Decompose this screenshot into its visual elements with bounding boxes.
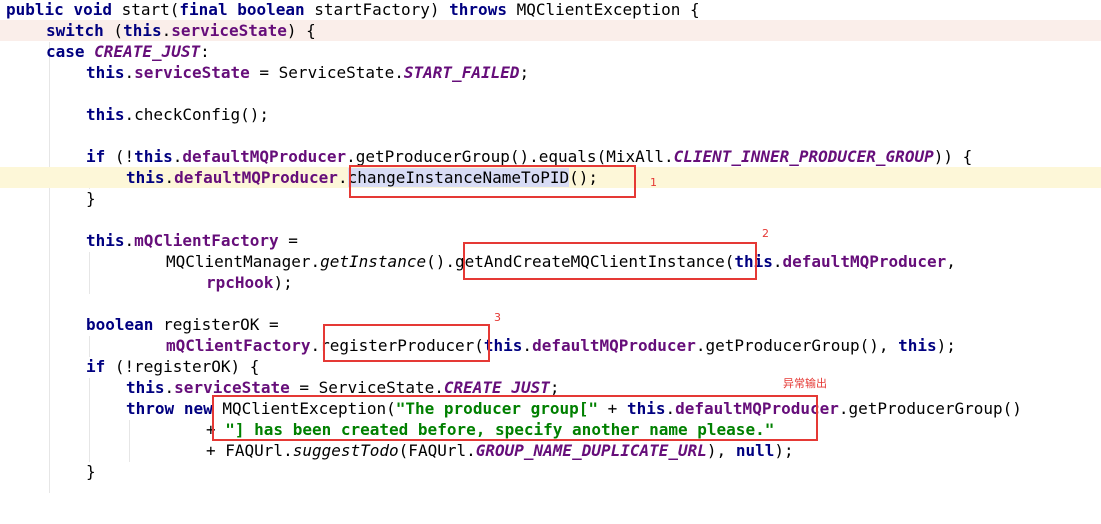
field: mQClientFactory [166, 336, 311, 355]
code-line-19[interactable]: } [0, 461, 1101, 482]
code-line-6[interactable]: if (!this.defaultMQProducer.getProducerG… [0, 146, 1101, 167]
keyword: this [898, 336, 937, 355]
code-text: (! [105, 147, 135, 166]
code-text: MQClientManager. [166, 252, 321, 271]
annotation-label-3: 3 [494, 311, 501, 324]
keyword: boolean [237, 0, 305, 19]
keyword: boolean [86, 315, 154, 334]
keyword: throw [126, 399, 175, 418]
keyword: case [46, 42, 85, 61]
keyword: void [73, 0, 112, 19]
code-text: MQClientException { [506, 0, 700, 19]
constant: GROUP_NAME_DUPLICATE_URL [475, 441, 707, 460]
code-line-2[interactable]: switch (this.serviceState) { [0, 20, 1101, 41]
code-text: ), [706, 441, 736, 460]
keyword: this [134, 147, 173, 166]
field: defaultMQProducer [782, 252, 947, 271]
annotation-box-exception [212, 395, 818, 441]
code-text: ( [103, 21, 124, 40]
code-line-5[interactable]: this.checkConfig(); [0, 104, 1101, 125]
code-text: ) { [286, 21, 316, 40]
field: serviceState [134, 63, 250, 82]
code-text: . [164, 168, 175, 187]
code-text: (!registerOK) { [105, 357, 260, 376]
code-line-12[interactable]: boolean registerOK = [0, 314, 1101, 335]
code-text: ); [774, 441, 794, 460]
keyword: switch [46, 21, 104, 40]
keyword: throws [449, 0, 507, 19]
code-line-4[interactable]: this.serviceState = ServiceState.START_F… [0, 62, 1101, 83]
code-line-14[interactable]: if (!registerOK) { [0, 356, 1101, 377]
code-text: startFactory) [304, 0, 450, 19]
constant: START_FAILED [403, 63, 520, 82]
field: defaultMQProducer [532, 336, 696, 355]
keyword: if [86, 147, 106, 166]
code-text: ; [519, 63, 530, 82]
code-text: , [946, 252, 956, 271]
code-text: registerOK = [153, 315, 279, 334]
code-text: } [86, 189, 96, 208]
code-text: . [124, 231, 135, 250]
code-text: ); [273, 273, 293, 292]
constant: CREATE_JUST [94, 42, 201, 61]
static-method: suggestTodo [292, 441, 399, 460]
keyword: null [735, 441, 775, 460]
keyword: final [179, 0, 228, 19]
code-text: )) { [933, 147, 973, 166]
code-text: } [86, 462, 96, 481]
annotation-label-1: 1 [650, 176, 657, 189]
code-line-3[interactable]: case CREATE_JUST: [0, 41, 1101, 62]
code-text: = ServiceState. [249, 63, 404, 82]
code-text: . [772, 252, 783, 271]
annotation-label-exception: 异常输出 [783, 377, 827, 390]
code-text: = [278, 231, 298, 250]
keyword: this [86, 63, 125, 82]
annotation-box-2 [463, 242, 757, 280]
keyword: public [6, 0, 64, 19]
constant: CLIENT_INNER_PRODUCER_GROUP [673, 147, 934, 166]
static-method: getInstance [320, 252, 427, 271]
keyword: if [86, 357, 106, 376]
annotation-box-3 [323, 324, 490, 362]
code-text: .getProducerGroup() [838, 399, 1022, 418]
field: rpcHook [206, 273, 274, 292]
code-text: + FAQUrl. [206, 441, 293, 460]
code-line-13[interactable]: mQClientFactory.registerProducer(this.de… [0, 335, 1101, 356]
keyword: this [126, 168, 165, 187]
code-text: (FAQUrl. [398, 441, 476, 460]
keyword: this [86, 231, 125, 250]
code-text: .getProducerGroup().equals(MixAll. [346, 147, 674, 166]
annotation-label-2: 2 [762, 227, 769, 240]
code-text: . [337, 168, 348, 187]
code-line-18[interactable]: + FAQUrl.suggestTodo(FAQUrl.GROUP_NAME_D… [0, 440, 1101, 461]
code-text: . [124, 63, 135, 82]
code-text: : [200, 42, 210, 61]
code-text: ); [936, 336, 956, 355]
field: mQClientFactory [134, 231, 279, 250]
keyword: this [86, 105, 125, 124]
code-text: .getProducerGroup(), [695, 336, 899, 355]
keyword: this [123, 21, 162, 40]
annotation-box-1 [349, 165, 636, 198]
code-text: . [522, 336, 533, 355]
keyword: this [126, 378, 165, 397]
field: defaultMQProducer [182, 147, 347, 166]
code-editor[interactable]: public void start(final boolean startFac… [0, 0, 1101, 493]
code-text: start( [111, 0, 180, 19]
keyword: new [183, 399, 213, 418]
field: defaultMQProducer [174, 168, 338, 187]
code-text: . [161, 21, 172, 40]
code-text: .checkConfig(); [124, 105, 270, 124]
code-text: . [164, 378, 175, 397]
code-line-1[interactable]: public void start(final boolean startFac… [0, 0, 1101, 20]
code-text: . [172, 147, 183, 166]
field: serviceState [171, 21, 287, 40]
